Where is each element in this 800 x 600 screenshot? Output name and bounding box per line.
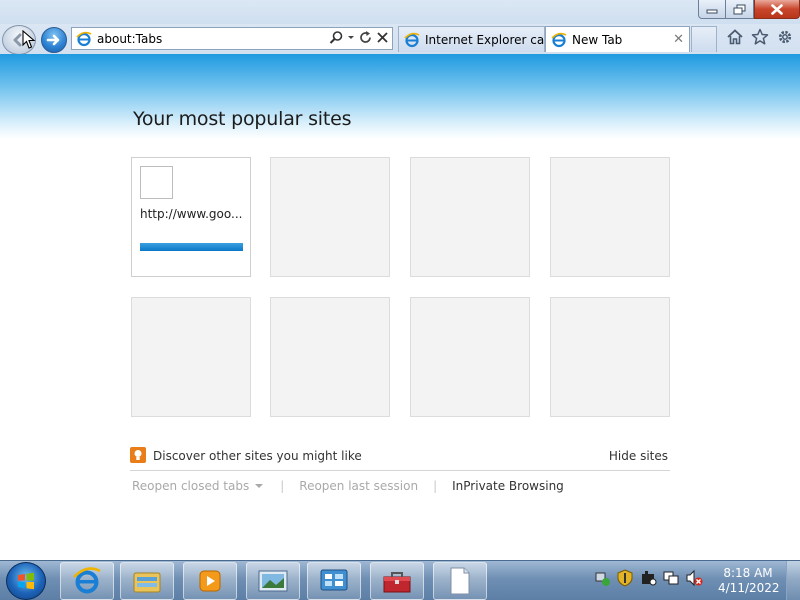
site-activity-bar [140, 243, 243, 251]
search-icon[interactable] [329, 30, 344, 45]
ie-page-icon [76, 31, 92, 47]
restore-icon [733, 4, 746, 14]
taskbar-document[interactable] [433, 562, 487, 600]
close-tab-icon[interactable]: ✕ [673, 32, 684, 47]
clock-time: 8:18 AM [723, 566, 773, 580]
link-divider: | [280, 479, 285, 493]
minimize-button[interactable] [698, 0, 726, 19]
new-tab-button[interactable] [691, 26, 717, 52]
gear-icon[interactable] [776, 28, 794, 46]
clock-date: 4/11/2022 [718, 581, 780, 595]
site-tile-empty [550, 297, 670, 417]
site-tile-empty [131, 297, 251, 417]
ie-tab-icon [404, 32, 420, 48]
taskbar-photo-viewer[interactable] [246, 562, 300, 600]
taskbar-windows-explorer[interactable] [120, 562, 174, 600]
taskbar-internet-explorer[interactable] [60, 562, 114, 600]
ie-tab-icon [551, 32, 567, 48]
tab-label: New Tab [572, 32, 623, 47]
close-icon [771, 3, 783, 15]
speaker-muted-icon[interactable] [685, 569, 703, 587]
address-input[interactable] [97, 31, 325, 46]
taskbar-toolbox[interactable] [370, 562, 424, 600]
chevron-down-icon[interactable] [253, 481, 265, 491]
folder-icon [133, 572, 161, 593]
show-desktop-button[interactable] [786, 561, 800, 600]
discover-row: Discover other sites you might like Hide… [130, 445, 670, 471]
address-bar-tools [329, 30, 389, 45]
restore-button[interactable] [725, 0, 754, 19]
screen: Internet Explorer ca... New Tab ✕ Your m… [0, 0, 800, 600]
lightbulb-icon [130, 447, 146, 463]
window-controls [698, 0, 800, 19]
title-bar [0, 0, 800, 24]
discover-sites-link[interactable]: Discover other sites you might like [153, 449, 362, 463]
system-clock[interactable]: 8:18 AM 4/11/2022 [718, 566, 780, 596]
security-shield-icon[interactable] [616, 569, 634, 587]
address-bar[interactable] [71, 27, 393, 50]
home-icon[interactable] [726, 28, 744, 46]
toolbox-icon [383, 572, 411, 593]
command-icons [726, 28, 794, 46]
site-tile-empty [550, 157, 670, 277]
hide-sites-link[interactable]: Hide sites [609, 449, 668, 463]
minimize-icon [706, 9, 718, 14]
site-tile-empty [410, 297, 530, 417]
reopen-closed-tabs-link[interactable]: Reopen closed tabs [132, 479, 249, 493]
site-favicon [140, 166, 173, 199]
forward-button[interactable] [41, 27, 67, 53]
page-title: Your most popular sites [133, 108, 352, 130]
navigation-bar: Internet Explorer ca... New Tab ✕ [0, 24, 800, 55]
document-icon [450, 567, 470, 595]
link-divider: | [433, 479, 438, 493]
action-center-flag-icon[interactable] [639, 569, 657, 587]
close-window-button[interactable] [754, 0, 800, 19]
tab-internet-explorer[interactable]: Internet Explorer ca... [398, 26, 545, 52]
notification-area [593, 569, 703, 587]
taskbar: 8:18 AM 4/11/2022 [0, 560, 800, 600]
windows-logo-icon [18, 572, 34, 590]
taskbar-control-panel[interactable] [307, 562, 361, 600]
start-button[interactable] [6, 562, 46, 600]
site-tile-url: http://www.goo... [140, 207, 243, 221]
control-panel-icon [320, 569, 348, 591]
internet-explorer-icon [73, 567, 101, 594]
photo-viewer-icon [258, 570, 288, 592]
network-monitor-icon[interactable] [662, 569, 680, 587]
network-status-icon[interactable] [593, 569, 611, 587]
site-tile-empty [410, 157, 530, 277]
reopen-last-session-link[interactable]: Reopen last session [299, 479, 418, 493]
session-links: Reopen closed tabs | Reopen last session… [132, 479, 564, 493]
tab-new-tab[interactable]: New Tab ✕ [545, 26, 690, 52]
forward-arrow-icon [46, 34, 60, 46]
stop-icon[interactable] [376, 30, 389, 45]
site-tile[interactable]: http://www.goo... [131, 157, 251, 277]
taskbar-media-player[interactable] [183, 562, 237, 600]
favorites-star-icon[interactable] [751, 28, 769, 46]
tab-label: Internet Explorer ca... [425, 32, 544, 47]
mouse-cursor-icon [22, 30, 36, 49]
media-player-icon [199, 570, 221, 592]
site-tile-empty [270, 297, 390, 417]
refresh-icon[interactable] [358, 30, 373, 45]
new-tab-page: Your most popular sites http://www.goo..… [0, 54, 800, 560]
inprivate-browsing-link[interactable]: InPrivate Browsing [452, 479, 564, 493]
site-tile-empty [270, 157, 390, 277]
chevron-down-icon[interactable] [347, 30, 355, 45]
